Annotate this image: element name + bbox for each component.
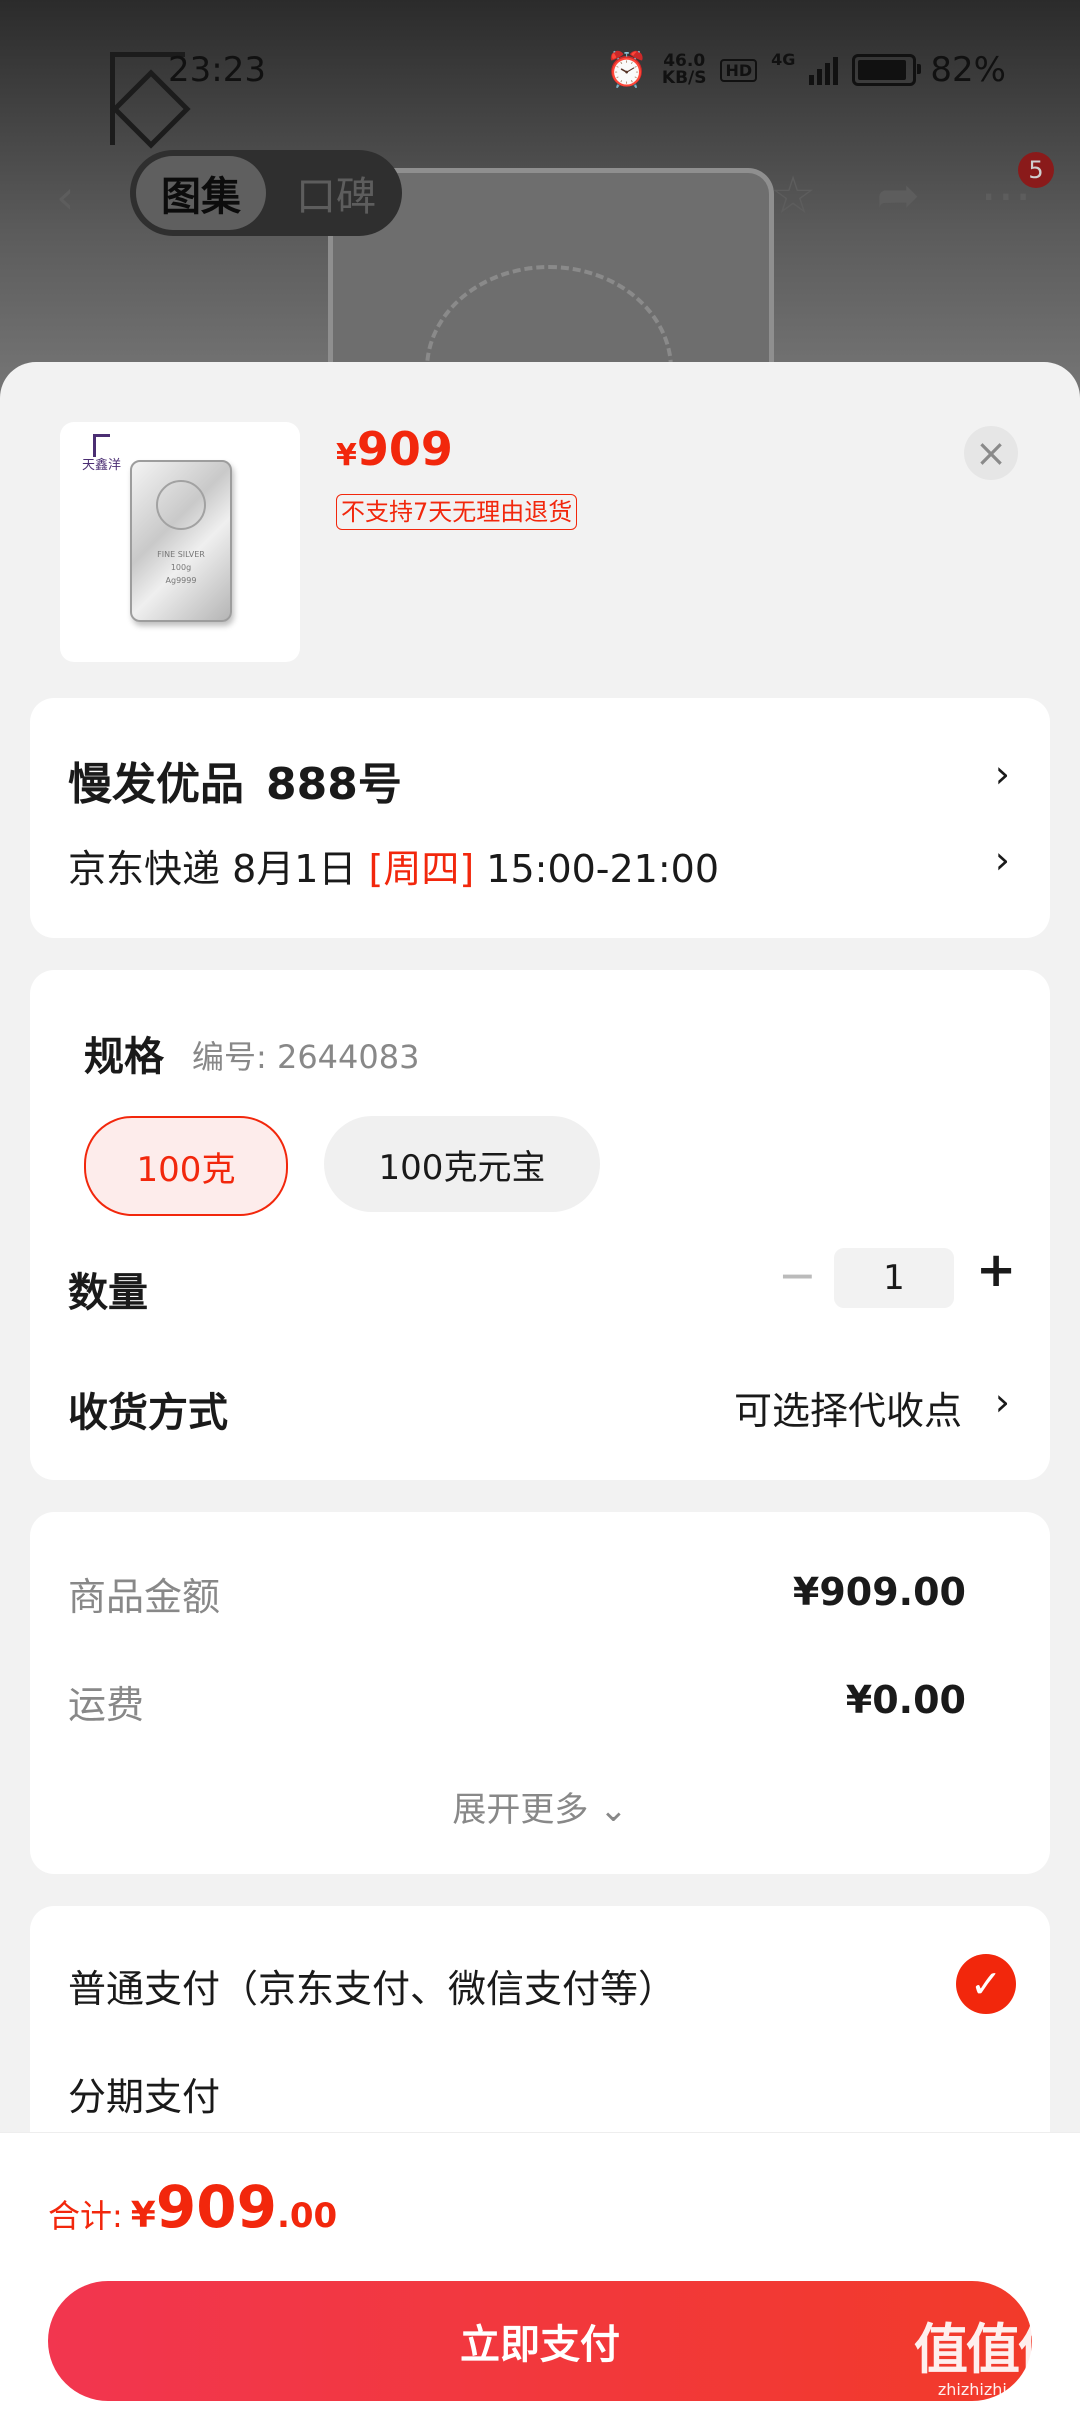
watermark: 值值值 zhizhizhi.com <box>914 2305 1072 2399</box>
order-bottom-sheet: 天鑫洋 FINE SILVER 100g Ag9999 ¥909 不支持7天无理… <box>0 362 1080 2412</box>
chevron-right-icon[interactable]: › <box>995 1380 1010 1424</box>
share-icon[interactable]: ➦ <box>876 166 920 226</box>
status-indicators: ⏰ 46.0 KB/S HD 4G 82% <box>606 50 1006 90</box>
delivery-weekday: [周四] <box>368 847 475 891</box>
gallery-reviews-toggle: 图集 口碑 <box>130 150 402 236</box>
price-value: 909 <box>356 422 453 476</box>
status-time: 23:23 <box>168 50 266 90</box>
spec-title: 规格 <box>84 1034 164 1080</box>
shipping-label: 运费 <box>68 1683 145 1727</box>
chevron-right-icon[interactable]: › <box>995 838 1010 882</box>
total-label: 合计: <box>48 2197 123 2235</box>
delivery-time: 京东快递 8月1日 [周四] 15:00-21:00 <box>68 838 719 893</box>
total-integer: 909 <box>155 2173 277 2241</box>
quantity-label: 数量 <box>68 1270 148 1316</box>
tab-gallery[interactable]: 图集 <box>136 156 266 230</box>
payment-option-normal[interactable]: 普通支付（京东支付、微信支付等） <box>68 1958 676 2013</box>
product-price: ¥909 <box>336 422 453 476</box>
product-thumbnail[interactable]: 天鑫洋 FINE SILVER 100g Ag9999 <box>60 422 300 662</box>
thumb-bar-weight: 100g <box>170 563 192 572</box>
return-policy-badge: 不支持7天无理由退货 <box>336 494 578 530</box>
network-type: 4G <box>771 50 796 69</box>
thumb-bar-purity: Ag9999 <box>165 576 197 585</box>
checkout-footer: 合计: ¥ 909 .00 立即支付 值值值 zhizhizhi.com <box>0 2132 1080 2412</box>
chevron-down-icon: ⌄ <box>599 1790 628 1830</box>
net-speed: 46.0 KB/S <box>662 53 707 87</box>
silver-bar-image: FINE SILVER 100g Ag9999 <box>130 460 232 622</box>
address-receiver: 慢发优品 <box>68 759 244 810</box>
receive-method-value[interactable]: 可选择代收点 <box>734 1380 962 1435</box>
battery-icon <box>852 54 922 86</box>
expand-more-label: 展开更多 <box>452 1790 589 1830</box>
expand-more-button[interactable]: 展开更多 ⌄ <box>30 1782 1050 1831</box>
shipping-value: ¥0.00 <box>845 1678 966 1722</box>
quantity-plus-button[interactable]: + <box>976 1242 1016 1298</box>
net-speed-unit: KB/S <box>661 68 707 88</box>
thumb-brand-logo: 天鑫洋 <box>82 434 121 473</box>
payment-option-installment[interactable]: 分期支付 <box>68 2066 220 2121</box>
address-name: 慢发优品 888号 <box>68 748 402 812</box>
goods-amount-label: 商品金额 <box>68 1575 221 1619</box>
spec-code: 编号: 2644083 <box>192 1038 420 1076</box>
signal-icon <box>809 55 839 85</box>
spec-card: 规格 编号: 2644083 100克 100克元宝 数量 − 1 + 收货方式… <box>30 970 1050 1480</box>
delivery-window: 15:00-21:00 <box>486 847 720 891</box>
battery-level: 82% <box>930 50 1006 90</box>
address-card[interactable]: 慢发优品 888号 › 京东快递 8月1日 [周四] 15:00-21:00 › <box>30 698 1050 938</box>
top-nav: ‹ 图集 口碑 ☆ ➦ ⋯ 5 <box>0 150 1080 240</box>
total-currency: ¥ <box>130 2195 156 2236</box>
watermark-logo: 值值值 <box>914 2318 1072 2381</box>
spec-option-selected[interactable]: 100克 <box>84 1116 288 1216</box>
back-arrow-icon[interactable]: ‹ <box>56 170 74 224</box>
total-decimal: .00 <box>276 2196 338 2236</box>
spec-option[interactable]: 100克元宝 <box>324 1116 600 1212</box>
hd-icon: HD <box>720 58 758 82</box>
quantity-input[interactable]: 1 <box>834 1248 954 1308</box>
chevron-right-icon[interactable]: › <box>995 752 1010 796</box>
thumb-bar-text: FINE SILVER <box>157 550 205 559</box>
message-badge: 5 <box>1018 152 1054 188</box>
more-menu-icon[interactable]: ⋯ 5 <box>980 152 1054 226</box>
address-number: 888号 <box>266 759 402 810</box>
delivery-prefix: 京东快递 8月1日 <box>68 847 357 891</box>
total-amount: 合计: ¥ 909 .00 <box>48 2173 337 2241</box>
tab-reviews[interactable]: 口碑 <box>280 156 392 230</box>
nav-actions: ☆ ➦ ⋯ 5 <box>770 152 1054 226</box>
close-icon[interactable]: × <box>964 426 1018 480</box>
alarm-icon: ⏰ <box>605 50 648 90</box>
favorite-star-icon[interactable]: ☆ <box>770 166 817 226</box>
checkmark-icon[interactable]: ✓ <box>956 1954 1016 2014</box>
quantity-minus-button[interactable]: − <box>778 1248 817 1302</box>
status-bar: 23:23 ⏰ 46.0 KB/S HD 4G 82% <box>0 38 1080 102</box>
thumb-brand-text: 天鑫洋 <box>82 458 122 473</box>
pay-now-button[interactable]: 立即支付 <box>48 2281 1032 2401</box>
price-currency: ¥ <box>336 438 357 473</box>
receive-method-label: 收货方式 <box>68 1390 228 1436</box>
goods-amount-value: ¥909.00 <box>792 1570 966 1614</box>
cost-card: 商品金额 ¥909.00 运费 ¥0.00 展开更多 ⌄ <box>30 1512 1050 1874</box>
